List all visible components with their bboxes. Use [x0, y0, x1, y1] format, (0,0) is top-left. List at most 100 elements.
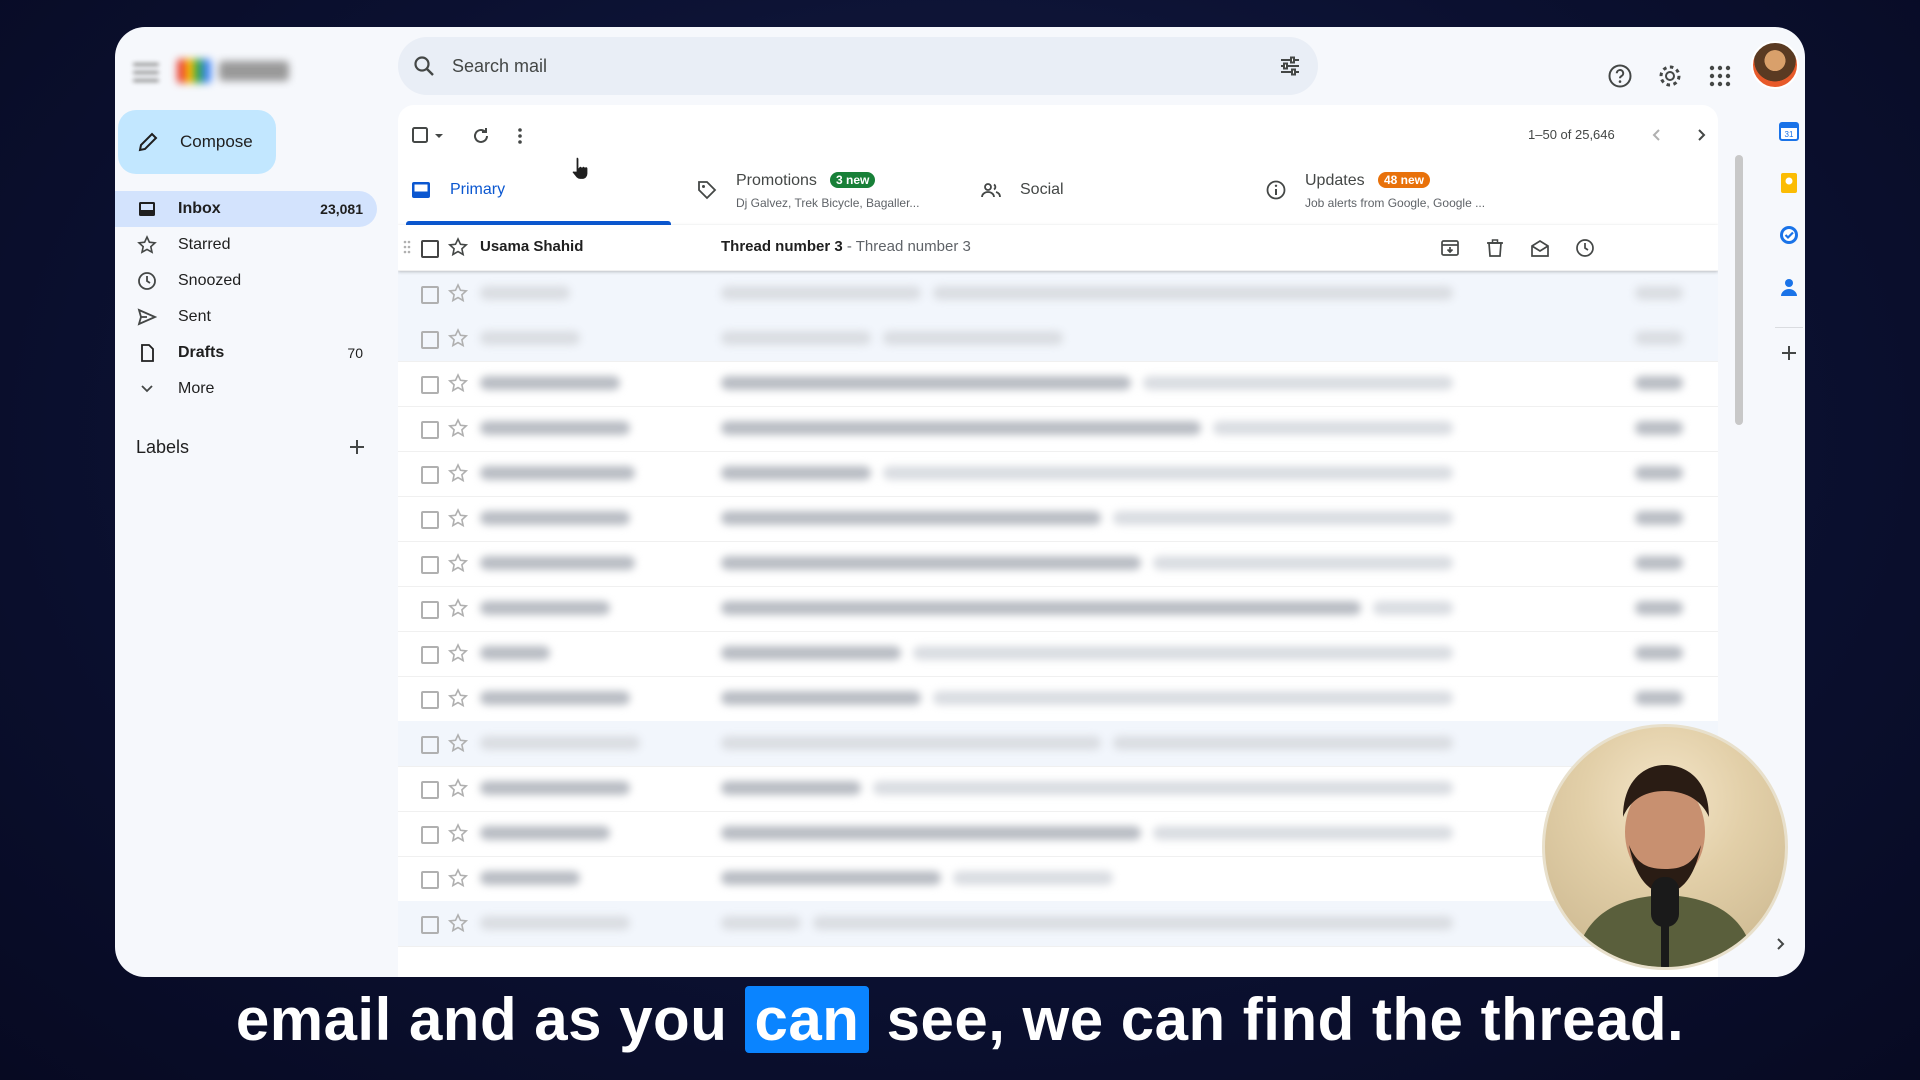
list-scrollbar[interactable] — [1735, 155, 1743, 425]
sidebar-item-sent[interactable]: Sent — [115, 299, 377, 335]
email-subject-text: Thread number 3 — [721, 238, 843, 255]
email-row-blurred[interactable] — [398, 406, 1718, 452]
email-row-blurred[interactable] — [398, 586, 1718, 632]
tab-updates[interactable]: Updates 48 new Job alerts from Google, G… — [1253, 155, 1553, 225]
star-icon[interactable] — [447, 507, 469, 529]
email-row-blurred[interactable] — [398, 676, 1718, 722]
tab-social[interactable]: Social — [968, 155, 1238, 225]
row-checkbox[interactable] — [421, 646, 439, 664]
gmail-logo[interactable] — [177, 57, 297, 85]
row-checkbox[interactable] — [421, 781, 439, 799]
refresh-icon[interactable] — [470, 125, 492, 147]
sidebar-item-inbox[interactable]: Inbox 23,081 — [115, 191, 377, 227]
add-addon-icon[interactable] — [1777, 341, 1801, 365]
delete-icon[interactable] — [1484, 237, 1506, 259]
sidebar-item-snoozed[interactable]: Snoozed — [115, 263, 377, 299]
help-icon[interactable] — [1607, 63, 1633, 89]
star-icon[interactable] — [447, 822, 469, 844]
tab-label: Social — [1020, 181, 1064, 198]
sidebar-item-more[interactable]: More — [115, 371, 377, 407]
email-row-blurred[interactable] — [398, 901, 1718, 947]
archive-icon[interactable] — [1439, 237, 1461, 259]
star-icon[interactable] — [447, 642, 469, 664]
email-row-blurred[interactable] — [398, 721, 1718, 767]
star-icon[interactable] — [447, 597, 469, 619]
keep-icon[interactable] — [1777, 171, 1801, 195]
tab-primary[interactable]: Primary — [398, 155, 671, 225]
new-count-badge: 3 new — [830, 172, 876, 188]
contacts-icon[interactable] — [1777, 275, 1801, 299]
tab-promotions[interactable]: Promotions 3 new Dj Galvez, Trek Bicycle… — [684, 155, 964, 225]
star-icon[interactable] — [447, 282, 469, 304]
email-row-blurred[interactable] — [398, 496, 1718, 542]
snooze-icon[interactable] — [1574, 237, 1596, 259]
row-checkbox[interactable] — [421, 421, 439, 439]
email-row-blurred[interactable] — [398, 361, 1718, 407]
blurred-subject — [721, 826, 1141, 840]
star-icon[interactable] — [447, 867, 469, 889]
star-icon[interactable] — [447, 327, 469, 349]
mark-unread-icon[interactable] — [1529, 237, 1551, 259]
email-row-blurred[interactable] — [398, 631, 1718, 677]
row-checkbox[interactable] — [421, 871, 439, 889]
older-page-icon[interactable] — [1691, 125, 1711, 145]
star-icon[interactable] — [447, 777, 469, 799]
newer-page-icon[interactable] — [1647, 125, 1667, 145]
star-icon[interactable] — [447, 372, 469, 394]
star-icon[interactable] — [447, 236, 469, 258]
calendar-icon[interactable]: 31 — [1777, 119, 1801, 143]
row-checkbox[interactable] — [421, 240, 439, 258]
row-checkbox[interactable] — [421, 736, 439, 754]
email-row-thread[interactable]: Usama Shahid Thread number 3 - Thread nu… — [398, 225, 1718, 271]
star-icon[interactable] — [447, 687, 469, 709]
star-icon[interactable] — [447, 462, 469, 484]
tasks-icon[interactable] — [1777, 223, 1801, 247]
settings-gear-icon[interactable] — [1657, 63, 1683, 89]
search-bar[interactable]: Search mail — [398, 37, 1318, 95]
search-input[interactable]: Search mail — [452, 56, 547, 77]
row-checkbox[interactable] — [421, 331, 439, 349]
blurred-subject — [721, 511, 1101, 525]
email-row-blurred[interactable] — [398, 811, 1718, 857]
blurred-date — [1635, 286, 1683, 300]
search-icon[interactable] — [412, 54, 436, 78]
row-checkbox[interactable] — [421, 286, 439, 304]
select-dropdown-icon[interactable] — [432, 125, 446, 147]
add-label-icon[interactable] — [347, 437, 367, 457]
email-row-blurred[interactable] — [398, 541, 1718, 587]
apps-grid-icon[interactable] — [1707, 63, 1733, 89]
drag-handle-icon[interactable] — [402, 239, 412, 255]
blurred-date — [1635, 511, 1683, 525]
row-checkbox[interactable] — [421, 916, 439, 934]
email-row-blurred[interactable] — [398, 316, 1718, 362]
star-icon[interactable] — [447, 732, 469, 754]
row-checkbox[interactable] — [421, 511, 439, 529]
expand-panel-chevron-icon[interactable] — [1772, 936, 1788, 952]
send-icon — [137, 308, 157, 326]
row-checkbox[interactable] — [421, 601, 439, 619]
main-menu-icon[interactable] — [133, 63, 159, 83]
row-checkbox[interactable] — [421, 826, 439, 844]
row-checkbox[interactable] — [421, 556, 439, 574]
star-icon[interactable] — [447, 552, 469, 574]
star-icon[interactable] — [447, 912, 469, 934]
row-checkbox[interactable] — [421, 466, 439, 484]
email-row-blurred[interactable] — [398, 856, 1718, 902]
blurred-snippet — [1153, 556, 1453, 570]
tab-preview-text: Dj Galvez, Trek Bicycle, Bagaller... — [736, 196, 920, 210]
tab-label: Primary — [450, 181, 506, 198]
account-avatar[interactable] — [1751, 41, 1799, 89]
compose-button[interactable]: Compose — [118, 110, 276, 174]
star-icon[interactable] — [447, 417, 469, 439]
row-checkbox[interactable] — [421, 376, 439, 394]
select-all-checkbox[interactable] — [410, 125, 432, 147]
more-options-icon[interactable] — [509, 125, 531, 147]
email-row-blurred[interactable] — [398, 271, 1718, 317]
category-tabs: Primary Promotions 3 new Dj Galvez, Trek… — [398, 155, 1718, 225]
email-row-blurred[interactable] — [398, 766, 1718, 812]
search-options-icon[interactable] — [1278, 54, 1302, 78]
sidebar-item-starred[interactable]: Starred — [115, 227, 377, 263]
row-checkbox[interactable] — [421, 691, 439, 709]
sidebar-item-drafts[interactable]: Drafts 70 — [115, 335, 377, 371]
email-row-blurred[interactable] — [398, 451, 1718, 497]
